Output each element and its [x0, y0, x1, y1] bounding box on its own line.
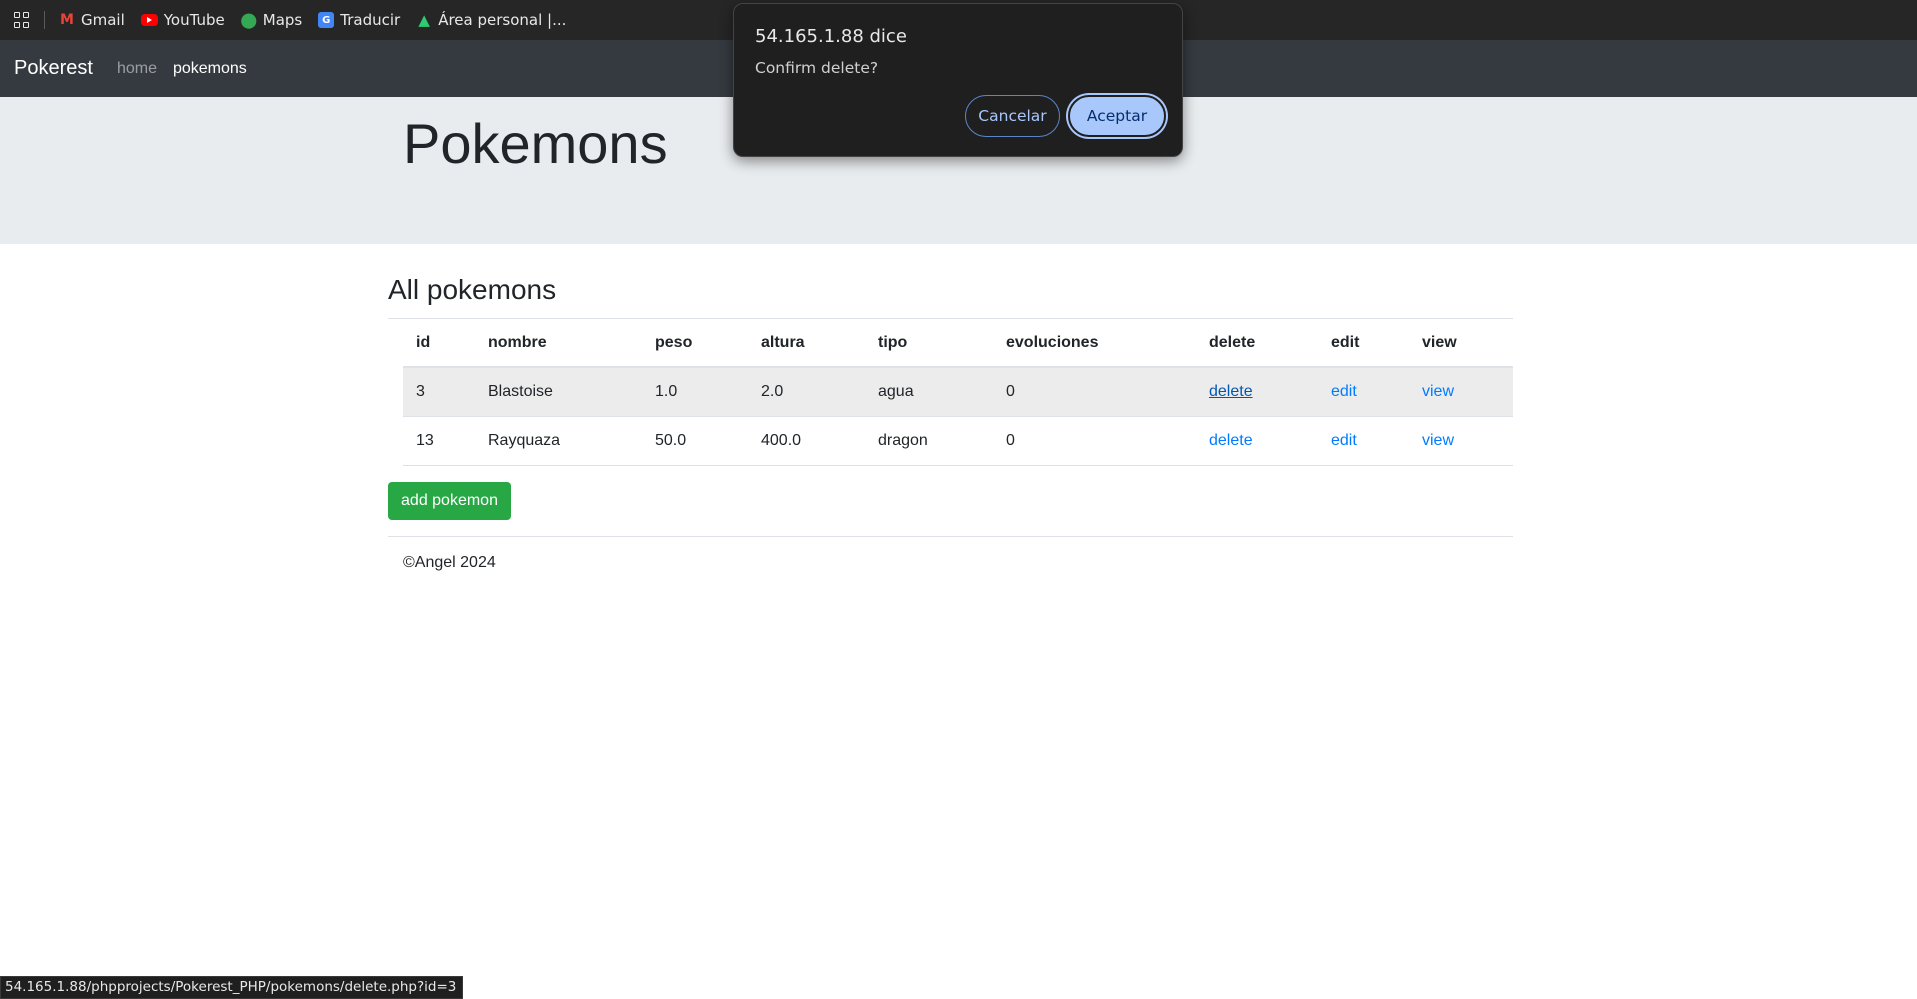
cell-peso: 1.0 — [642, 367, 748, 417]
view-link[interactable]: view — [1422, 432, 1454, 449]
navbar-brand[interactable]: Pokerest — [14, 57, 93, 80]
cell-delete: delete — [1196, 416, 1318, 466]
cell-delete: delete — [1196, 367, 1318, 417]
edit-link[interactable]: edit — [1331, 383, 1357, 400]
maps-icon: ⬤ — [240, 11, 258, 29]
cell-altura: 400.0 — [748, 416, 865, 466]
cell-id: 13 — [403, 416, 475, 466]
translate-icon: G — [318, 12, 335, 28]
column-header-tipo: tipo — [865, 319, 993, 368]
delete-link[interactable]: delete — [1209, 432, 1253, 449]
column-header-peso: peso — [642, 319, 748, 368]
bookmark-label: Gmail — [81, 11, 125, 29]
add-pokemon-button[interactable]: add pokemon — [388, 482, 511, 520]
area-personal-icon: ▲ — [418, 11, 430, 29]
bookmark-label: YouTube — [163, 11, 225, 29]
dialog-title: 54.165.1.88 dice — [755, 26, 907, 47]
bookmark-label: Maps — [262, 11, 303, 29]
bookmarks-separator — [44, 11, 45, 29]
bookmark-gmail[interactable]: M Gmail — [59, 11, 125, 29]
cancel-button[interactable]: Cancelar — [965, 95, 1060, 137]
accept-button[interactable]: Aceptar — [1068, 95, 1166, 137]
cell-edit: edit — [1318, 367, 1409, 417]
delete-link[interactable]: delete — [1209, 383, 1253, 400]
cell-view: view — [1409, 367, 1513, 417]
cell-peso: 50.0 — [642, 416, 748, 466]
bookmark-label: Traducir — [340, 11, 401, 29]
cell-id: 3 — [403, 367, 475, 417]
table-row: 13 Rayquaza 50.0 400.0 dragon 0 delete e… — [403, 416, 1513, 466]
cell-evoluciones: 0 — [993, 416, 1196, 466]
cell-edit: edit — [1318, 416, 1409, 466]
footer-text: ©Angel 2024 — [403, 554, 496, 571]
column-header-evoluciones: evoluciones — [993, 319, 1196, 368]
table-header-row: id nombre peso altura tipo evoluciones d… — [403, 319, 1513, 368]
column-header-altura: altura — [748, 319, 865, 368]
gmail-icon: M — [60, 12, 74, 28]
column-header-view: view — [1409, 319, 1513, 368]
nav-link-home[interactable]: home — [117, 60, 157, 78]
bookmark-maps[interactable]: ⬤ Maps — [240, 11, 303, 29]
table-row: 3 Blastoise 1.0 2.0 agua 0 delete edit v… — [403, 367, 1513, 417]
dialog-message: Confirm delete? — [755, 59, 879, 77]
column-header-nombre: nombre — [475, 319, 642, 368]
cell-view: view — [1409, 416, 1513, 466]
nav-link-pokemons[interactable]: pokemons — [173, 60, 247, 78]
column-header-id: id — [403, 319, 475, 368]
cell-evoluciones: 0 — [993, 367, 1196, 417]
apps-grid-icon[interactable] — [14, 12, 30, 28]
youtube-icon — [140, 14, 158, 26]
confirm-dialog: 54.165.1.88 dice Confirm delete? Cancela… — [733, 3, 1183, 157]
bookmark-area-personal[interactable]: ▲ Área personal |... — [416, 11, 566, 29]
section-title: All pokemons — [388, 274, 557, 305]
view-link[interactable]: view — [1422, 383, 1454, 400]
bookmark-label: Área personal |... — [438, 11, 567, 29]
cell-nombre: Blastoise — [475, 367, 642, 417]
cell-nombre: Rayquaza — [475, 416, 642, 466]
page-title: Pokemons — [403, 112, 668, 175]
pokemons-table: id nombre peso altura tipo evoluciones d… — [403, 319, 1513, 466]
cell-altura: 2.0 — [748, 367, 865, 417]
column-header-edit: edit — [1318, 319, 1409, 368]
bookmark-traducir[interactable]: G Traducir — [318, 11, 400, 29]
cell-tipo: dragon — [865, 416, 993, 466]
cell-tipo: agua — [865, 367, 993, 417]
status-url: 54.165.1.88/phpprojects/Pokerest_PHP/pok… — [0, 976, 464, 999]
bookmark-youtube[interactable]: YouTube — [140, 11, 225, 29]
divider — [388, 536, 1513, 537]
column-header-delete: delete — [1196, 319, 1318, 368]
edit-link[interactable]: edit — [1331, 432, 1357, 449]
